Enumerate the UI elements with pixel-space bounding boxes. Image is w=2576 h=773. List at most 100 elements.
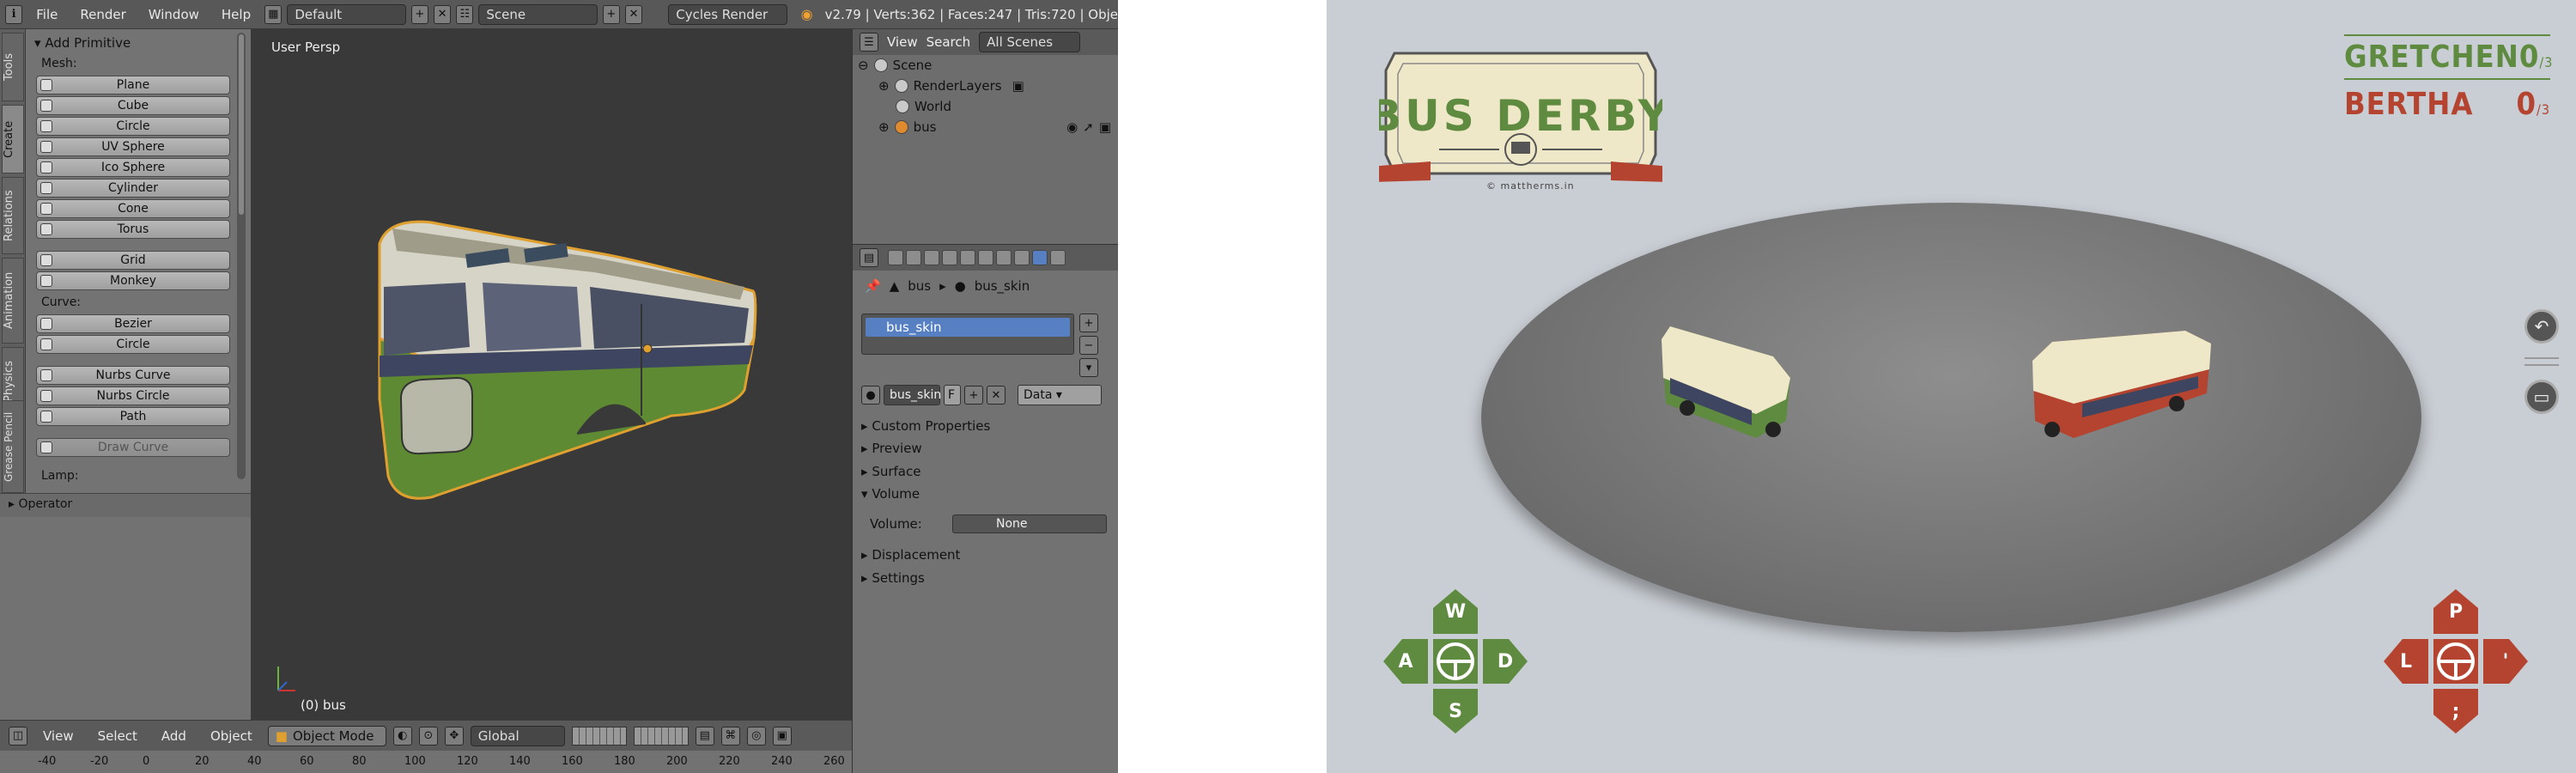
visibility-eye-icon[interactable]: ◉ xyxy=(1066,119,1078,135)
vp-menu-add[interactable]: Add xyxy=(153,728,195,744)
tab-create[interactable]: Create xyxy=(2,105,24,173)
add-circle-button[interactable]: Circle xyxy=(36,117,230,136)
remove-slot-icon[interactable]: − xyxy=(1079,336,1098,355)
render-layer-icon[interactable]: ▤ xyxy=(695,726,714,746)
tab-tools[interactable]: Tools xyxy=(2,33,24,101)
remove-scene-icon[interactable]: ✕ xyxy=(625,4,643,24)
scene-selector[interactable]: Scene xyxy=(478,3,598,25)
panel-preview[interactable]: ▸ Preview xyxy=(861,441,1110,456)
opengl-render-icon[interactable]: ▣ xyxy=(772,726,792,746)
outliner-display-mode[interactable]: All Scenes xyxy=(979,32,1081,52)
select-arrow-icon[interactable]: ➚ xyxy=(1083,119,1094,135)
info-editor-icon[interactable]: ℹ xyxy=(5,4,23,24)
manipulator-icon[interactable]: ✥ xyxy=(444,726,464,746)
world-tab-icon[interactable] xyxy=(942,250,957,265)
material-name-field[interactable]: bus_skin xyxy=(884,385,941,405)
mode-selector[interactable]: ■ Object Mode xyxy=(267,725,386,746)
slot-specials-icon[interactable]: ▾ xyxy=(1079,358,1098,377)
scene-tab-icon[interactable] xyxy=(924,250,939,265)
material-slot-selected[interactable]: bus_skin xyxy=(866,318,1070,337)
data-tab-icon[interactable] xyxy=(1014,250,1030,265)
outliner-editor-icon[interactable]: ☰ xyxy=(860,33,878,52)
key-down[interactable]: ; xyxy=(2433,689,2478,733)
panel-settings[interactable]: ▸ Settings xyxy=(861,570,1110,586)
renderlayers-tab-icon[interactable] xyxy=(906,250,921,265)
shelf-scrollbar[interactable] xyxy=(237,33,246,479)
timeline-ruler[interactable]: -40 -20 0 20 40 60 80 100 120 140 160 180 200 220 240 2… xyxy=(0,751,852,773)
add-cylinder-button[interactable]: Cylinder xyxy=(36,179,230,198)
expand-icon[interactable]: ⊕ xyxy=(878,119,890,135)
layers-block-1[interactable] xyxy=(571,726,627,746)
key-left[interactable]: A xyxy=(1383,639,1428,684)
add-plane-button[interactable]: Plane xyxy=(36,76,230,94)
add-layout-icon[interactable]: + xyxy=(410,4,428,24)
snap-icon[interactable]: ⌘ xyxy=(720,726,740,746)
add-scene-icon[interactable]: + xyxy=(602,4,620,24)
render-tab-icon[interactable] xyxy=(888,250,903,265)
3d-viewport[interactable]: User Persp (0) bus xyxy=(251,29,852,733)
material-slot-list[interactable]: bus_skin xyxy=(861,313,1074,355)
add-slot-icon[interactable]: + xyxy=(1079,313,1098,332)
panel-surface[interactable]: ▸ Surface xyxy=(861,464,1110,479)
draw-curve-button[interactable]: Draw Curve xyxy=(36,438,230,457)
menu-render[interactable]: Render xyxy=(71,7,134,22)
add-torus-button[interactable]: Torus xyxy=(36,220,230,239)
expand-icon[interactable]: ⊕ xyxy=(878,78,890,94)
material-tab-icon[interactable] xyxy=(1032,250,1048,265)
vp-menu-select[interactable]: Select xyxy=(89,728,146,744)
add-uv-sphere-button[interactable]: UV Sphere xyxy=(36,137,230,156)
texture-tab-icon[interactable] xyxy=(1050,250,1066,265)
modifiers-tab-icon[interactable] xyxy=(996,250,1012,265)
panel-volume[interactable]: ▾ Volume xyxy=(861,486,1110,502)
vp-menu-object[interactable]: Object xyxy=(202,728,261,744)
add-cone-button[interactable]: Cone xyxy=(36,199,230,218)
screen-layout-icon[interactable]: ▦ xyxy=(264,4,283,24)
add-circle-button[interactable]: Circle xyxy=(36,335,230,354)
panel-custom-properties[interactable]: ▸ Custom Properties xyxy=(861,418,1110,434)
object-tab-icon[interactable] xyxy=(960,250,975,265)
outliner-row-bus[interactable]: ⊕ bus ◉ ➚ ▣ xyxy=(853,117,1118,137)
browse-material-icon[interactable]: ● xyxy=(861,386,880,405)
menu-window[interactable]: Window xyxy=(140,7,208,22)
add-grid-button[interactable]: Grid xyxy=(36,251,230,270)
tab-relations[interactable]: Relations xyxy=(2,177,24,254)
add-nurbs-curve-button[interactable]: Nurbs Curve xyxy=(36,366,230,385)
key-left[interactable]: L xyxy=(2384,639,2428,684)
vp-menu-view[interactable]: View xyxy=(34,728,82,744)
key-down[interactable]: S xyxy=(1433,689,1478,733)
key-right[interactable]: D xyxy=(1483,639,1528,684)
tab-grease-pencil[interactable]: Grease Pencil xyxy=(2,400,24,493)
add-monkey-button[interactable]: Monkey xyxy=(36,271,230,290)
pivot-icon[interactable]: ⊙ xyxy=(418,726,438,746)
outliner-row-renderlayers[interactable]: ⊕ RenderLayers ▣ xyxy=(853,76,1118,96)
proportional-edit-icon[interactable]: ◎ xyxy=(746,726,766,746)
key-up[interactable]: P xyxy=(2433,589,2478,634)
new-material-icon[interactable]: + xyxy=(964,386,983,405)
outliner-menu-view[interactable]: View xyxy=(887,34,918,50)
menu-help[interactable]: Help xyxy=(213,7,259,22)
outliner-menu-search[interactable]: Search xyxy=(927,34,971,50)
orientation-selector[interactable]: Global xyxy=(470,725,565,746)
shading-icon[interactable]: ◐ xyxy=(392,726,412,746)
link-selector[interactable]: Data ▾ xyxy=(1018,385,1102,405)
outliner-row-world[interactable]: World xyxy=(853,96,1118,117)
shelf-scroll-thumb[interactable] xyxy=(239,34,244,215)
scene-icon[interactable]: ☷ xyxy=(456,4,474,24)
menu-file[interactable]: File xyxy=(27,7,66,22)
outliner-row-scene[interactable]: ⊖ Scene xyxy=(853,55,1118,76)
layers-block-2[interactable] xyxy=(633,726,689,746)
fake-user-toggle[interactable]: F xyxy=(944,385,961,405)
layout-selector[interactable]: Default xyxy=(287,3,406,25)
add-bezier-button[interactable]: Bezier xyxy=(36,314,230,333)
unlink-material-icon[interactable]: ✕ xyxy=(987,386,1005,405)
render-icon[interactable]: ▣ xyxy=(1012,78,1024,94)
render-engine-selector[interactable]: Cycles Render xyxy=(668,3,787,25)
volume-field[interactable]: None xyxy=(952,514,1107,533)
restart-button[interactable]: ↶ xyxy=(2524,309,2559,344)
add-ico-sphere-button[interactable]: Ico Sphere xyxy=(36,158,230,177)
tab-animation[interactable]: Animation xyxy=(2,258,24,344)
editor-type-icon[interactable]: ◫ xyxy=(9,726,27,746)
add-path-button[interactable]: Path xyxy=(36,407,230,426)
expand-icon[interactable]: ⊖ xyxy=(858,58,869,73)
bus-mesh-render[interactable] xyxy=(251,29,852,733)
